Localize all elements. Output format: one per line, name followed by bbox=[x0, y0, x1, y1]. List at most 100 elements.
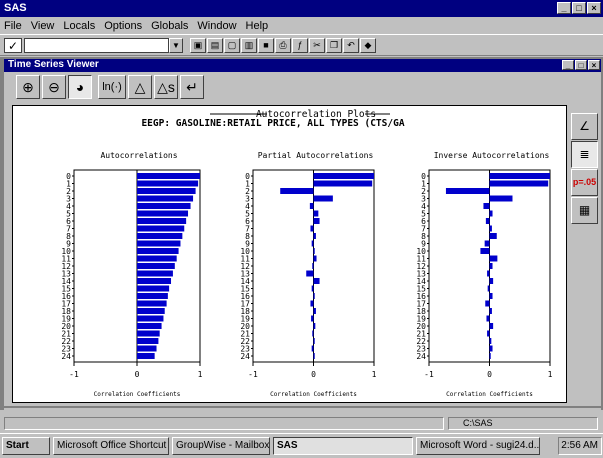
bar bbox=[487, 270, 490, 277]
bar bbox=[489, 180, 549, 187]
save-icon[interactable]: ■ bbox=[258, 38, 274, 53]
taskbar-item-office[interactable]: Microsoft Office Shortcut ... bbox=[53, 437, 169, 455]
x-tick-label: 1 bbox=[548, 370, 553, 379]
bar bbox=[137, 323, 162, 329]
bar bbox=[489, 233, 497, 239]
table-icon[interactable]: ▦ bbox=[571, 197, 598, 224]
taskbar-item-word[interactable]: Microsoft Word - sugi24.d... bbox=[416, 437, 540, 455]
correlation-plot-icon[interactable]: ≣ bbox=[571, 141, 598, 168]
bar bbox=[489, 263, 493, 269]
copy-icon[interactable]: ❐ bbox=[326, 38, 342, 53]
bar bbox=[313, 173, 374, 179]
bar bbox=[137, 203, 191, 209]
bar bbox=[137, 338, 159, 344]
lag-label: 24 bbox=[61, 352, 71, 361]
status-message bbox=[4, 417, 444, 430]
command-input[interactable] bbox=[24, 38, 169, 53]
x-tick-label: -1 bbox=[69, 370, 79, 379]
bar bbox=[137, 278, 172, 284]
bar bbox=[484, 240, 490, 247]
chevron-down-icon[interactable]: ▼ bbox=[169, 38, 183, 53]
results-icon[interactable]: ▤ bbox=[207, 38, 223, 53]
bar bbox=[310, 225, 314, 232]
zoom-out-icon[interactable]: ⊖ bbox=[42, 75, 66, 99]
x-tick-label: -1 bbox=[248, 370, 258, 379]
bar bbox=[137, 173, 200, 179]
white-noise-test-button[interactable]: p=.05 bbox=[571, 169, 598, 196]
panel-title: Partial Autocorrelations bbox=[258, 151, 374, 160]
minimize-button[interactable]: _ bbox=[557, 2, 571, 14]
close-button[interactable]: × bbox=[587, 2, 601, 14]
bar bbox=[313, 210, 319, 217]
status-path: C:\SAS bbox=[448, 417, 598, 430]
bar bbox=[483, 203, 490, 209]
plot-subtitle: EEGP: GASOLINE:RETAIL PRICE, ALL TYPES (… bbox=[141, 118, 404, 129]
bar bbox=[309, 203, 314, 209]
difference-icon[interactable]: △ bbox=[128, 75, 152, 99]
bar bbox=[313, 195, 333, 202]
start-button[interactable]: Start bbox=[2, 437, 50, 455]
bar bbox=[137, 188, 196, 194]
x-axis-label: Correlation Coefficients bbox=[94, 391, 181, 398]
menu-file[interactable]: File bbox=[4, 20, 22, 32]
bar bbox=[489, 210, 493, 217]
menu-options[interactable]: Options bbox=[104, 20, 142, 32]
bar bbox=[137, 248, 179, 254]
bar bbox=[485, 218, 490, 224]
tsv-maximize-button[interactable]: □ bbox=[575, 60, 587, 70]
taskbar: Start Microsoft Office Shortcut ... Grou… bbox=[0, 433, 603, 458]
menu-window[interactable]: Window bbox=[197, 20, 236, 32]
x-tick-label: 0 bbox=[487, 370, 492, 379]
log-transform-button[interactable]: ln(·) bbox=[98, 75, 126, 99]
bar bbox=[137, 293, 168, 299]
bar bbox=[489, 225, 492, 232]
function-icon[interactable]: ƒ bbox=[292, 38, 308, 53]
tsv-minimize-button[interactable]: _ bbox=[562, 60, 574, 70]
open-icon[interactable]: ▥ bbox=[241, 38, 257, 53]
menu-view[interactable]: View bbox=[31, 20, 55, 32]
new-icon[interactable]: ▢ bbox=[224, 38, 240, 53]
bar bbox=[313, 255, 317, 262]
bar bbox=[312, 263, 314, 269]
bar bbox=[137, 330, 160, 337]
maximize-button[interactable]: □ bbox=[572, 2, 586, 14]
bar bbox=[313, 323, 316, 329]
taskbar-item-sas[interactable]: SAS bbox=[273, 437, 413, 455]
explorer-icon[interactable]: ▣ bbox=[190, 38, 206, 53]
bar bbox=[489, 195, 513, 202]
bar bbox=[137, 218, 187, 224]
bar bbox=[311, 285, 314, 292]
lag-label: 24 bbox=[416, 352, 426, 361]
horizontal-scrollbar[interactable] bbox=[4, 407, 601, 414]
print-icon[interactable]: ⎙ bbox=[275, 38, 291, 53]
undo-icon[interactable]: ↶ bbox=[343, 38, 359, 53]
menu-globals[interactable]: Globals bbox=[151, 20, 188, 32]
menu-locals[interactable]: Locals bbox=[63, 20, 95, 32]
bar bbox=[313, 233, 316, 239]
cut-icon[interactable]: ✂ bbox=[309, 38, 325, 53]
bar bbox=[313, 308, 316, 314]
tsv-close-button[interactable]: × bbox=[588, 60, 600, 70]
panel-title: Autocorrelations bbox=[100, 151, 177, 160]
seasonal-difference-icon[interactable]: △s bbox=[154, 75, 178, 99]
x-tick-label: 1 bbox=[372, 370, 377, 379]
return-icon[interactable]: ↵ bbox=[180, 75, 204, 99]
x-tick-label: 0 bbox=[311, 370, 316, 379]
bar bbox=[137, 195, 194, 202]
bar bbox=[489, 338, 492, 344]
bar bbox=[311, 345, 314, 352]
checkmark-icon[interactable]: ✓ bbox=[4, 38, 22, 53]
bar bbox=[489, 293, 493, 299]
lag-label: 24 bbox=[240, 352, 250, 361]
zoom-in-icon[interactable]: ⊕ bbox=[16, 75, 40, 99]
help-icon[interactable]: ◆ bbox=[360, 38, 376, 53]
bar bbox=[480, 248, 490, 254]
bar bbox=[137, 233, 183, 239]
autocorrelation-icon[interactable]: ◕ bbox=[68, 75, 92, 99]
taskbar-item-groupwise[interactable]: GroupWise - Mailbox bbox=[172, 437, 270, 455]
bar bbox=[313, 278, 320, 284]
bar bbox=[485, 300, 490, 307]
bar bbox=[489, 353, 491, 359]
series-plot-icon[interactable]: ∠ bbox=[571, 113, 598, 140]
menu-help[interactable]: Help bbox=[246, 20, 269, 32]
